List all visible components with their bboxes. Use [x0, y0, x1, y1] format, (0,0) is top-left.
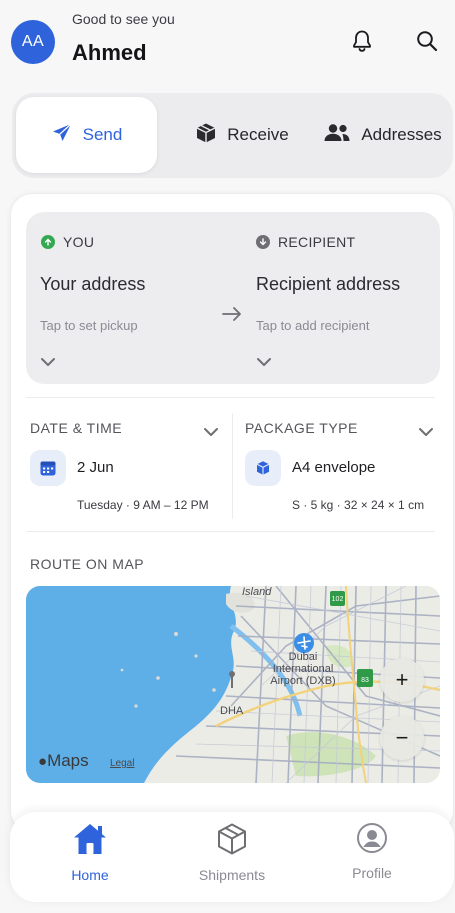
route-map[interactable]: Island Dubai International Airport (DXB)… — [26, 586, 440, 783]
zoom-in-button[interactable]: + — [380, 658, 424, 702]
route-map-label: ROUTE ON MAP — [30, 556, 145, 572]
sender-address[interactable]: YOU Your address Tap to set pickup — [26, 212, 222, 384]
nav-shipments[interactable]: Shipments — [172, 822, 292, 883]
legal-link[interactable]: Legal — [110, 758, 134, 769]
chevron-down-icon — [418, 424, 434, 442]
cube-icon — [215, 822, 249, 859]
shipment-card: YOU Your address Tap to set pickup RECIP… — [10, 193, 454, 833]
highway-shield: 102 — [331, 596, 344, 603]
people-icon — [323, 123, 351, 148]
user-circle-icon — [356, 822, 388, 857]
chevron-down-icon[interactable] — [40, 354, 56, 372]
date-value: 2 Jun — [77, 459, 114, 476]
sender-heading-text: YOU — [63, 234, 95, 250]
maps-attribution-text: Maps — [47, 751, 89, 770]
recipient-address[interactable]: RECIPIENT Recipient address Tap to add r… — [244, 212, 440, 384]
header: AA Good to see you Ahmed — [0, 0, 455, 88]
package-type-label: PACKAGE TYPE — [245, 420, 358, 436]
map-label-airport: Dubai International Airport (DXB) — [270, 651, 336, 687]
map-label-dha: DHA — [220, 705, 244, 717]
tab-label: Send — [82, 125, 123, 144]
maps-attribution: ●Maps — [38, 751, 89, 771]
greeting-text: Good to see you — [72, 11, 175, 27]
user-name: Ahmed — [72, 40, 147, 65]
package-type-selector[interactable]: PACKAGE TYPE A4 envelope S · 5 kg · 32 ×… — [233, 398, 455, 518]
sender-heading: YOU — [41, 234, 94, 250]
tab-label: Receive — [227, 125, 289, 144]
nav-profile[interactable]: Profile — [312, 822, 432, 881]
nav-home[interactable]: Home — [30, 822, 150, 883]
recipient-subtitle: Tap to add recipient — [256, 318, 370, 333]
bottom-nav: Home Shipments Profile — [10, 812, 454, 902]
sender-title: Your address — [40, 274, 146, 294]
box-icon — [245, 450, 281, 486]
package-details: S · 5 kg · 32 × 24 × 1 cm — [292, 498, 425, 512]
nav-label: Shipments — [198, 867, 266, 883]
nav-label: Profile — [352, 865, 392, 881]
arrow-down-icon — [256, 235, 270, 249]
package-box-icon — [195, 122, 217, 149]
avatar[interactable]: AA — [11, 20, 55, 64]
arrow-up-icon — [41, 235, 55, 249]
tab-addresses[interactable]: Addresses — [312, 97, 453, 173]
arrow-right-icon — [222, 306, 242, 327]
sender-subtitle: Tap to set pickup — [40, 318, 138, 333]
recipient-heading-text: RECIPIENT — [278, 234, 356, 250]
highway-shield: 83 — [361, 677, 369, 684]
recipient-heading: RECIPIENT — [256, 234, 355, 250]
paper-plane-icon — [51, 122, 73, 149]
tab-send[interactable]: Send — [16, 97, 157, 173]
chevron-down-icon[interactable] — [256, 354, 272, 372]
date-time-selector[interactable]: DATE & TIME 2 Jun Tuesday · 9 AM – 12 PM — [11, 398, 231, 518]
search-icon[interactable] — [414, 28, 440, 54]
home-icon — [72, 822, 108, 859]
nav-label: Home — [71, 867, 109, 883]
tab-label: Addresses — [361, 125, 442, 144]
tab-receive[interactable]: Receive — [172, 97, 312, 173]
bell-icon[interactable] — [349, 28, 375, 54]
divider — [26, 531, 435, 532]
calendar-icon — [30, 450, 66, 486]
tab-bar: Send Receive Addresses — [12, 93, 453, 178]
zoom-out-button[interactable]: − — [380, 716, 424, 760]
recipient-title: Recipient address — [256, 274, 401, 294]
chevron-down-icon — [203, 424, 219, 442]
address-panel: YOU Your address Tap to set pickup RECIP… — [26, 212, 440, 384]
date-time-label: DATE & TIME — [30, 420, 123, 436]
apple-logo-icon: ● — [38, 753, 48, 770]
time-window: Tuesday · 9 AM – 12 PM — [77, 498, 209, 512]
package-value: A4 envelope — [292, 459, 376, 476]
map-label-island: Island — [242, 586, 272, 598]
